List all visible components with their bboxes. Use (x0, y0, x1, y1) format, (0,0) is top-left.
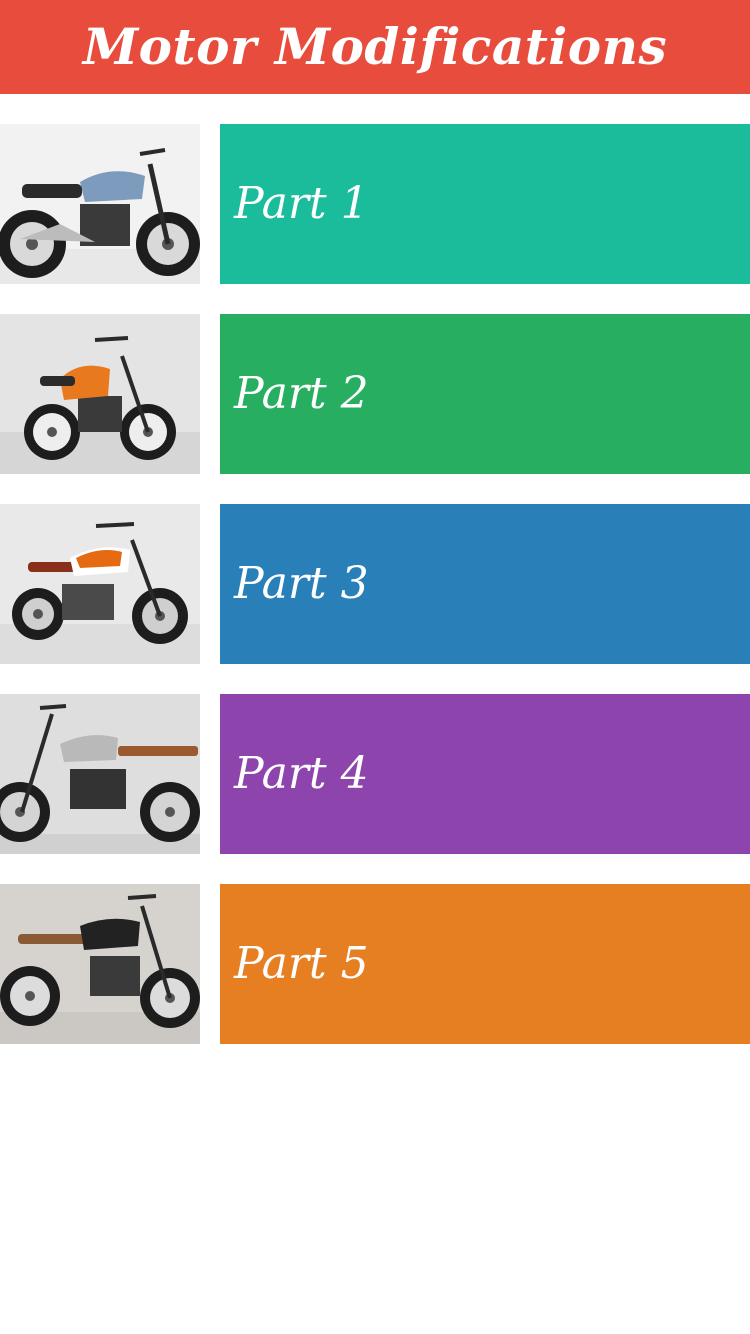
list-item-part-4[interactable]: Part 4 (0, 694, 750, 854)
app-header: Motor Modifications (0, 0, 750, 94)
motorcycle-image (0, 884, 200, 1044)
part-5-button[interactable]: Part 5 (220, 884, 750, 1044)
motorcycle-black-tank-photo[interactable] (0, 884, 200, 1044)
list-item-part-2[interactable]: Part 2 (0, 314, 750, 474)
list-item-part-5[interactable]: Part 5 (0, 884, 750, 1044)
motorcycle-image (0, 124, 200, 284)
part-1-button[interactable]: Part 1 (220, 124, 750, 284)
motorcycle-image (0, 504, 200, 664)
motorcycle-image (0, 694, 200, 854)
part-3-label: Part 3 (234, 558, 369, 609)
list-item-part-1[interactable]: Part 1 (0, 124, 750, 284)
parts-list: Part 1 Part 2 Part 3 Part 4 Part 5 (0, 124, 750, 1074)
part-2-button[interactable]: Part 2 (220, 314, 750, 474)
part-4-button[interactable]: Part 4 (220, 694, 750, 854)
part-1-label: Part 1 (234, 178, 369, 229)
part-5-label: Part 5 (234, 938, 369, 989)
motorcycle-image (0, 314, 200, 474)
motorcycle-blue-tank-photo[interactable] (0, 124, 200, 284)
app-title: Motor Modifications (82, 17, 668, 76)
part-2-label: Part 2 (234, 368, 369, 419)
part-4-label: Part 4 (234, 748, 369, 799)
part-3-button[interactable]: Part 3 (220, 504, 750, 664)
list-item-part-3[interactable]: Part 3 (0, 504, 750, 664)
motorcycle-silver-tank-photo[interactable] (0, 694, 200, 854)
motorcycle-orange-tank-photo[interactable] (0, 314, 200, 474)
motorcycle-orange-white-tank-photo[interactable] (0, 504, 200, 664)
